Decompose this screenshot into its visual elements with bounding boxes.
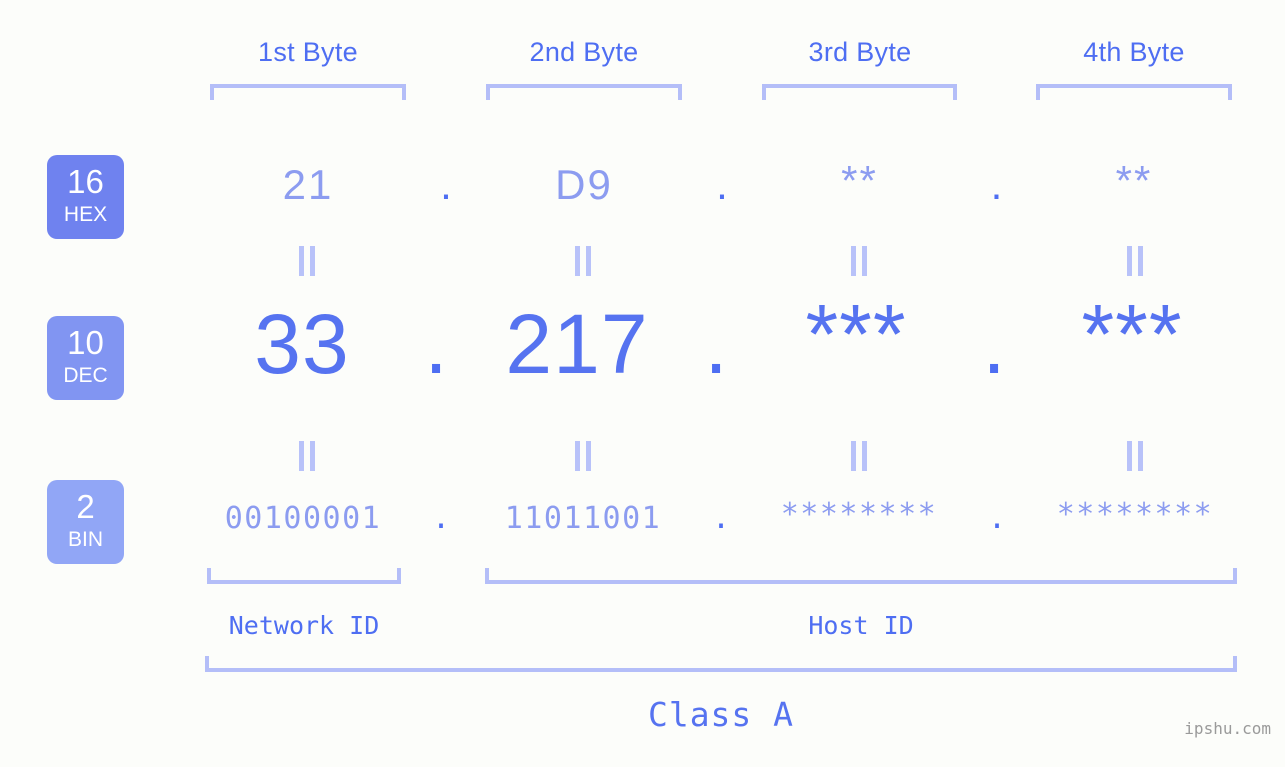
badge-number-dec: 10 [67,324,104,361]
base-badge-dec: 10 DEC [47,316,124,400]
hex-byte-2: D9 [555,161,613,208]
hex-byte-1: 21 [282,161,334,208]
bin-separator-2: . [711,501,731,536]
hex-byte-3: ** [841,157,878,204]
byte-bracket-3 [762,84,957,100]
hex-separator-2: . [716,161,728,208]
dec-byte-3: *** [805,287,907,381]
bin-byte-1: 00100001 [224,501,382,536]
host-id-label: Host ID [808,611,914,640]
equals-marker-hex-dec-3 [847,246,873,276]
equals-marker-dec-bin-3 [847,441,873,471]
class-bracket [205,656,1237,672]
bin-separator-3: . [987,501,1007,536]
hex-byte-4: ** [1115,157,1153,204]
byte-header-3: 3rd Byte [808,37,912,67]
hex-separator-1: . [440,161,452,208]
byte-header-4: 4th Byte [1083,37,1185,67]
equals-marker-hex-dec-2 [571,246,597,276]
host-id-bracket [485,568,1237,584]
bin-byte-4: ******** [1056,497,1214,532]
bin-separator-1: . [431,501,451,536]
badge-name-hex: HEX [63,203,108,226]
hex-separator-3: . [990,161,1003,208]
dec-byte-4: *** [1081,287,1183,381]
dec-separator-2: . [704,297,728,391]
dec-separator-1: . [424,297,448,391]
byte-bracket-4 [1036,84,1232,100]
badge-name-bin: BIN [67,528,103,551]
equals-marker-dec-bin-2 [571,441,597,471]
badge-number-bin: 2 [76,488,95,525]
bin-byte-2: 11011001 [504,501,662,536]
badge-name-dec: DEC [63,364,108,387]
byte-bracket-1 [210,84,406,100]
base-badge-hex: 16 HEX [47,155,124,239]
network-id-label: Network ID [228,611,380,640]
class-label: Class A [647,695,795,734]
network-id-bracket [207,568,401,584]
base-badge-bin: 2 BIN [47,480,124,564]
byte-header-2: 2nd Byte [529,37,639,67]
equals-marker-hex-dec-4 [1123,246,1149,276]
byte-bracket-2 [486,84,682,100]
watermark: ipshu.com [1184,719,1271,738]
ip-breakdown-diagram: 1st Byte 2nd Byte 3rd Byte 4th Byte 16 H… [0,0,1285,767]
bin-byte-3: ******** [780,497,938,532]
byte-header-1: 1st Byte [258,37,358,67]
dec-byte-1: 33 [254,297,350,391]
badge-number-hex: 16 [67,163,104,200]
equals-marker-dec-bin-1 [295,441,321,471]
equals-marker-dec-bin-4 [1123,441,1149,471]
dec-byte-2: 217 [505,297,649,391]
equals-marker-hex-dec-1 [295,246,321,276]
dec-separator-3: . [982,297,1006,391]
